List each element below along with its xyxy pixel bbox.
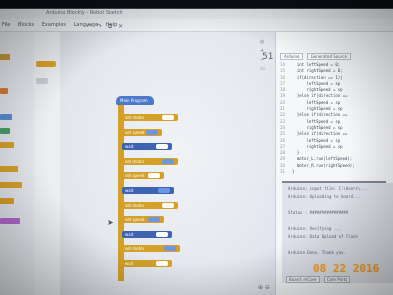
program-block[interactable]: wait: [122, 143, 172, 151]
code-editor[interactable]: int leftSpeed = 0; int rightSpeed = 0; i…: [292, 62, 392, 175]
redo-icon[interactable]: ↷: [97, 23, 102, 30]
menu-examples[interactable]: Examples: [42, 22, 66, 28]
block-label: wait: [125, 188, 134, 193]
console-buttons: Board: mCore Com Ports: [286, 276, 353, 283]
flyout-block[interactable]: [36, 78, 48, 84]
photo-timestamp: 08 22 2016: [313, 262, 380, 275]
program-block[interactable]: set motor: [122, 114, 178, 121]
delete-icon[interactable]: ✕: [118, 23, 123, 30]
program-block[interactable]: set speed: [122, 172, 164, 180]
code-tabs: Arduino Generated Source: [280, 53, 353, 60]
block-input-slot[interactable]: [148, 173, 160, 179]
com-ports-button[interactable]: Com Ports: [323, 276, 351, 283]
block-flyout: [34, 32, 61, 295]
program-block[interactable]: set motor: [122, 157, 178, 165]
console-separator: [282, 181, 386, 183]
block-label: wait: [125, 144, 134, 150]
console-line: Status : ################: [288, 210, 349, 215]
category-item[interactable]: [0, 88, 8, 94]
program-block[interactable]: wait: [122, 230, 172, 238]
menu-blocks[interactable]: Blocks: [18, 22, 34, 28]
block-label: set speed: [125, 129, 145, 135]
block-input-slot[interactable]: [148, 217, 160, 223]
main-program-block[interactable]: Main Program: [116, 96, 154, 105]
category-item[interactable]: [0, 128, 10, 134]
category-item[interactable]: [0, 182, 22, 188]
category-item[interactable]: [0, 166, 18, 172]
block-input-slot[interactable]: [164, 246, 176, 252]
block-label: set motor: [125, 115, 145, 120]
block-category-list: [0, 32, 34, 295]
window-title: Arduino Blockly - Robot Sketch: [46, 10, 123, 16]
board-button[interactable]: Board: mCore: [286, 276, 320, 283]
line-number: 31: [280, 169, 286, 175]
tab-arduino[interactable]: Arduino: [280, 53, 304, 60]
blocks-workspace[interactable]: ◎ + − ▭ Main Program set motor set speed w…: [60, 32, 275, 295]
block-input-slot[interactable]: [156, 144, 168, 150]
code-header-number: 51: [262, 52, 274, 62]
category-item[interactable]: [0, 218, 20, 224]
console-line: Arduino Done. Thank you.: [288, 250, 346, 255]
block-label: set motor: [125, 246, 145, 252]
console-line: Arduino: Data Upload of flash: [288, 234, 358, 239]
block-input-slot[interactable]: [162, 202, 174, 208]
category-item[interactable]: [0, 198, 14, 204]
program-block[interactable]: set motor: [122, 201, 178, 209]
program-block[interactable]: wait: [122, 260, 172, 267]
block-input-slot[interactable]: [162, 115, 174, 120]
block-label: wait: [125, 261, 134, 266]
block-label: set motor: [125, 158, 145, 164]
menu-bar: File Blocks Examples Language Help ↶ ↷ ⧉…: [0, 19, 393, 32]
line-number-gutter: 14 15 16 17 18 19 20 21 22 23 24 25 26 27 28 29 30 31: [280, 62, 292, 175]
code-line: }: [292, 169, 295, 175]
photographed-screen: Arduino Blockly - Robot Sketch File Bloc…: [0, 0, 393, 295]
block-label: set speed: [125, 173, 145, 179]
flyout-block[interactable]: [36, 61, 56, 67]
block-input-slot[interactable]: [156, 231, 168, 237]
console-line: Arduino: input file: C:\Users\...: [288, 186, 368, 191]
category-item[interactable]: [0, 54, 10, 60]
block-label: wait: [125, 231, 134, 237]
program-block[interactable]: wait: [122, 187, 174, 194]
block-label: set motor: [125, 202, 145, 208]
copy-icon[interactable]: ⧉: [108, 23, 112, 30]
menu-file[interactable]: File: [2, 22, 10, 28]
console-line: Arduino: Uploading to board...: [288, 194, 361, 199]
block-input-slot[interactable]: [156, 261, 168, 266]
block-input-slot[interactable]: [162, 158, 174, 164]
program-block[interactable]: set motor: [122, 245, 180, 253]
trash-icon[interactable]: ▭: [260, 65, 265, 74]
undo-icon[interactable]: ↶: [86, 23, 91, 30]
program-block[interactable]: set speed: [122, 128, 162, 136]
zoom-controls[interactable]: ⊕ ⊖: [258, 284, 270, 291]
tab-generated-source[interactable]: Generated Source: [306, 53, 351, 60]
block-label: set speed: [125, 217, 145, 223]
program-block[interactable]: set speed: [122, 216, 164, 224]
target-icon[interactable]: ◎: [260, 38, 265, 47]
category-item[interactable]: [0, 114, 12, 120]
category-item[interactable]: [0, 142, 14, 148]
mouse-cursor-icon: ➤: [107, 218, 114, 227]
console-line: Arduino: Verifying ...: [288, 226, 341, 231]
block-input-slot[interactable]: [158, 188, 170, 193]
block-input-slot[interactable]: [146, 129, 158, 135]
main-program-label: Main Program: [120, 98, 148, 103]
